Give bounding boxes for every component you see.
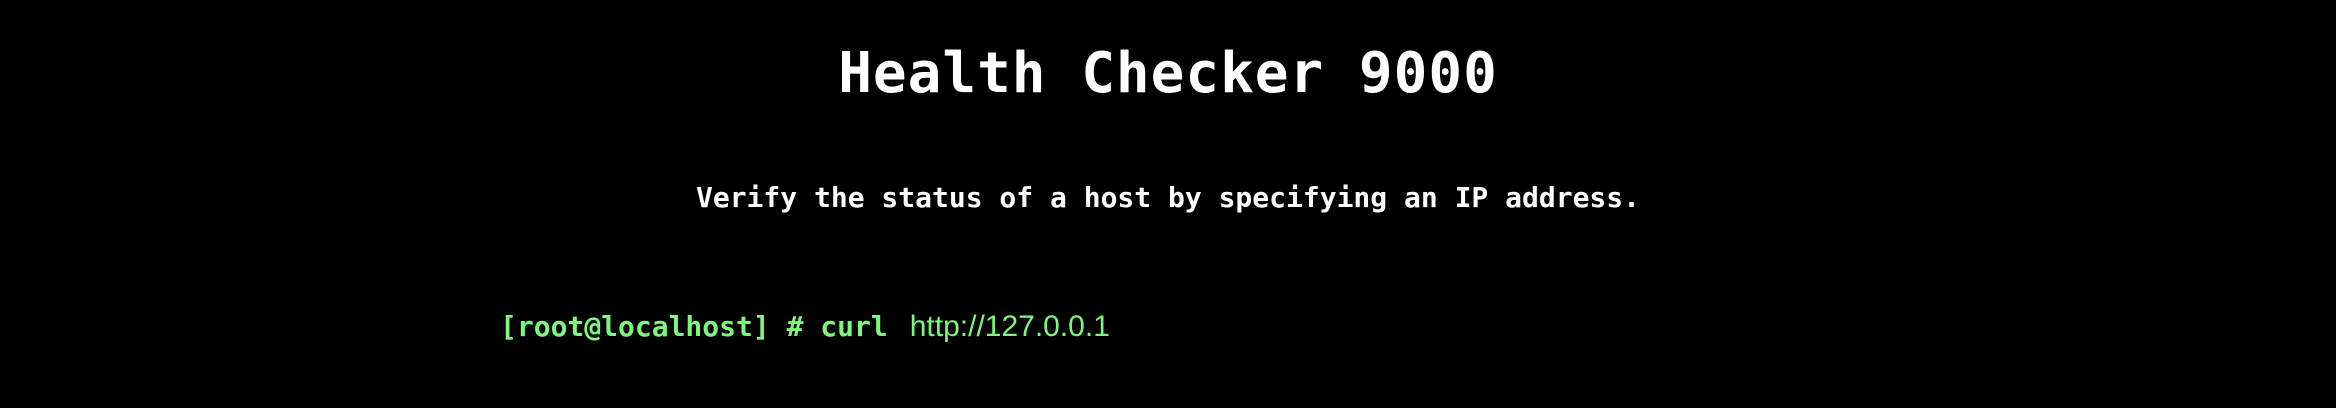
page-title: Health Checker 9000 (838, 41, 1498, 106)
terminal-prompt-line: [root@localhost] # curl (500, 305, 2110, 349)
url-input[interactable] (909, 305, 2110, 349)
page-subtitle: Verify the status of a host by specifyin… (695, 181, 1640, 214)
terminal-prompt: [root@localhost] # curl (500, 310, 888, 343)
page: Health Checker 9000 Verify the status of… (0, 0, 2336, 408)
